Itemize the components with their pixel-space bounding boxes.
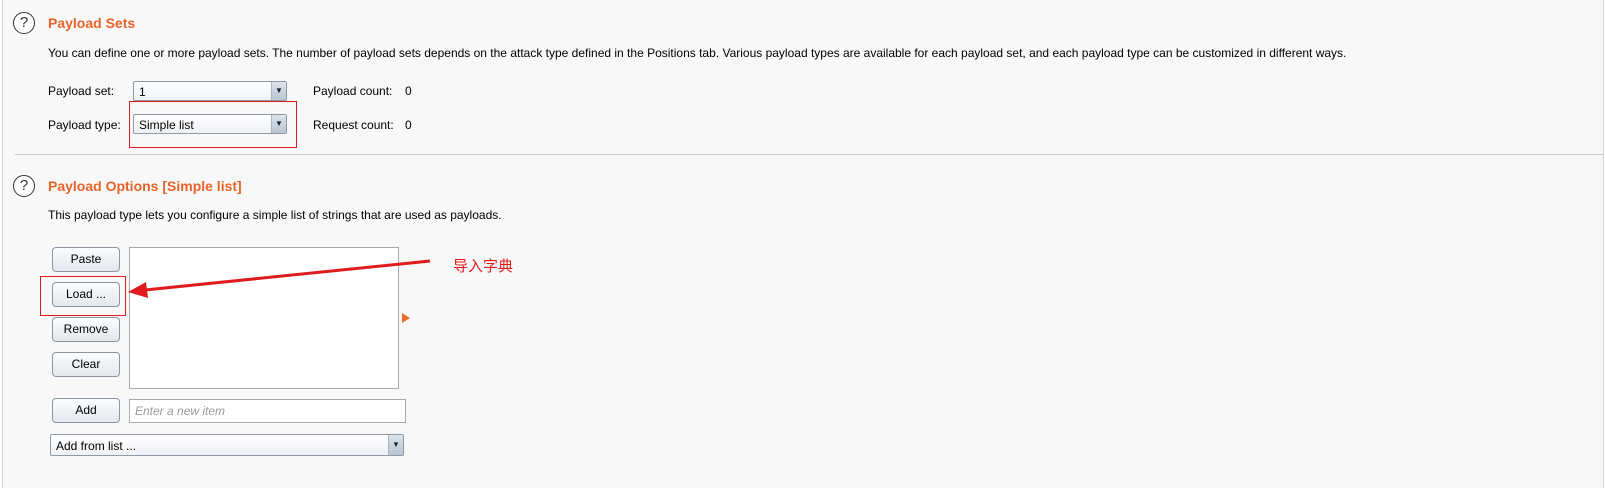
help-icon[interactable]: ?	[13, 175, 35, 197]
chevron-down-icon: ▼	[388, 435, 403, 455]
help-icon[interactable]: ?	[13, 12, 35, 34]
remove-button[interactable]: Remove	[52, 317, 120, 342]
payload-type-highlight-box	[129, 101, 297, 148]
triangle-right-icon[interactable]	[402, 313, 410, 323]
payload-options-title: Payload Options [Simple list]	[48, 178, 242, 194]
payload-sets-title: Payload Sets	[48, 15, 136, 31]
chevron-down-icon: ▼	[271, 82, 286, 100]
payload-options-description: This payload type lets you configure a s…	[48, 208, 502, 222]
payload-set-select[interactable]: 1 ▼	[133, 81, 287, 101]
request-count-value: 0	[405, 118, 412, 132]
add-from-list-value: Add from list ...	[56, 439, 137, 453]
annotation-label: 导入字典	[453, 258, 514, 275]
clear-button[interactable]: Clear	[52, 352, 120, 377]
payload-sets-description: You can define one or more payload sets.…	[48, 46, 1347, 60]
payload-set-label: Payload set:	[48, 84, 115, 98]
request-count-label: Request count:	[313, 118, 394, 132]
payload-set-value: 1	[139, 85, 146, 99]
add-button[interactable]: Add	[52, 398, 120, 423]
intruder-payloads-panel: ? Payload Sets You can define one or mor…	[2, 0, 1604, 488]
new-item-input[interactable]	[129, 399, 406, 423]
payload-type-label: Payload type:	[48, 118, 121, 132]
payload-count-label: Payload count:	[313, 84, 393, 98]
load-button-highlight-box	[40, 276, 126, 316]
section-divider	[15, 154, 1603, 155]
paste-button[interactable]: Paste	[52, 247, 120, 272]
payload-count-value: 0	[405, 84, 412, 98]
payload-list[interactable]	[129, 247, 399, 389]
add-from-list-select[interactable]: Add from list ... ▼	[50, 434, 404, 456]
